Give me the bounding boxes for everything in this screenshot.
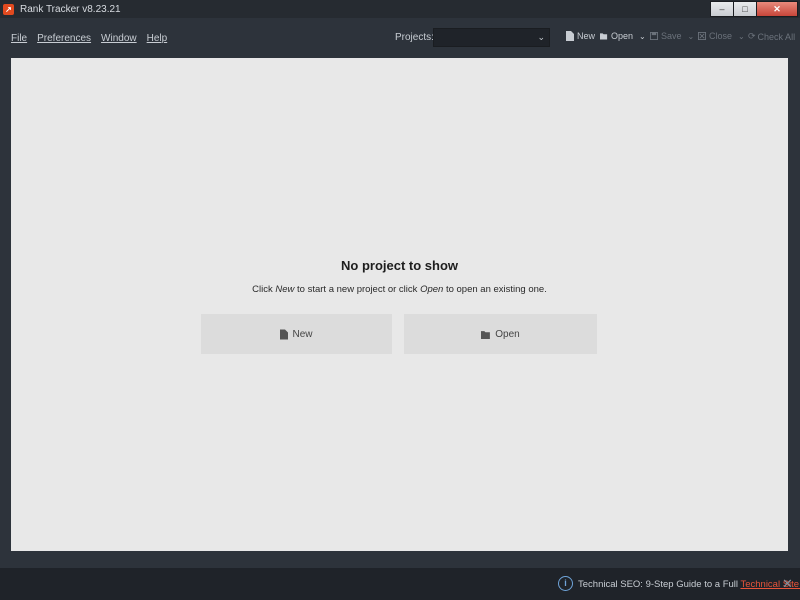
chevron-down-icon[interactable]: ⌄ xyxy=(738,32,745,41)
empty-state-title: No project to show xyxy=(341,258,458,273)
menu-window[interactable]: Window xyxy=(101,33,137,44)
toolbar-open-button[interactable]: Open ⌄ xyxy=(600,31,646,41)
menu-toolbar: File Preferences Window Help Projects: ⌄… xyxy=(0,18,800,58)
toolbar-check-all-button[interactable]: ⟳ Check All xyxy=(748,31,795,42)
minimize-button[interactable]: – xyxy=(710,1,734,17)
open-project-button[interactable]: Open xyxy=(404,314,597,354)
toolbar-check-all-label: Check All xyxy=(757,31,796,42)
menu-file[interactable]: File xyxy=(11,33,27,44)
open-project-label: Open xyxy=(495,328,520,340)
window-controls: – □ ✕ xyxy=(710,1,798,17)
footer-message-text: Technical SEO: 9-Step Guide to a Full xyxy=(578,579,741,590)
subtitle-text: to open an existing one. xyxy=(443,284,547,295)
folder-icon xyxy=(481,330,491,339)
folder-icon xyxy=(600,33,608,40)
chevron-down-icon: ⌄ xyxy=(537,32,545,42)
new-project-label: New xyxy=(292,328,313,340)
subtitle-open-emphasis: Open xyxy=(420,284,444,295)
toolbar-save-button[interactable]: Save ⌄ xyxy=(650,31,694,41)
save-icon xyxy=(650,32,658,40)
window-title: Rank Tracker v8.23.21 xyxy=(20,3,121,15)
close-window-button[interactable]: ✕ xyxy=(756,1,798,17)
close-project-icon xyxy=(698,32,706,40)
menu-help[interactable]: Help xyxy=(147,33,168,44)
toolbar-new-label: New xyxy=(577,31,596,41)
chevron-down-icon[interactable]: ⌄ xyxy=(688,32,695,41)
toolbar-close-button[interactable]: Close ⌄ xyxy=(698,31,745,41)
toolbar-close-label: Close xyxy=(709,31,733,41)
subtitle-new-emphasis: New xyxy=(275,284,295,295)
subtitle-text: Click xyxy=(252,284,276,295)
project-select[interactable]: ⌄ xyxy=(433,28,550,47)
main-panel: No project to show Click New to start a … xyxy=(11,58,788,551)
projects-label: Projects: xyxy=(395,32,434,43)
title-bar: ↗ Rank Tracker v8.23.21 – □ ✕ xyxy=(0,0,800,18)
chevron-down-icon[interactable]: ⌄ xyxy=(639,32,646,41)
app-logo-icon: ↗ xyxy=(3,3,14,15)
new-project-button[interactable]: New xyxy=(201,314,392,354)
subtitle-text: to start a new project or click xyxy=(294,284,421,295)
maximize-button[interactable]: □ xyxy=(733,1,757,17)
toolbar-new-button[interactable]: New xyxy=(566,31,595,41)
file-icon xyxy=(280,329,289,339)
refresh-icon: ⟳ xyxy=(748,31,756,41)
menu-preferences[interactable]: Preferences xyxy=(37,33,91,44)
toolbar-save-label: Save xyxy=(661,31,682,41)
close-icon[interactable]: ✕ xyxy=(782,576,793,592)
empty-state-subtitle: Click New to start a new project or clic… xyxy=(11,284,788,295)
footer-message: Technical SEO: 9-Step Guide to a Full Te… xyxy=(578,579,800,590)
info-icon: i xyxy=(558,576,573,591)
file-icon xyxy=(566,31,574,41)
footer-notification-bar: i Technical SEO: 9-Step Guide to a Full … xyxy=(0,568,800,600)
toolbar-open-label: Open xyxy=(611,31,634,41)
